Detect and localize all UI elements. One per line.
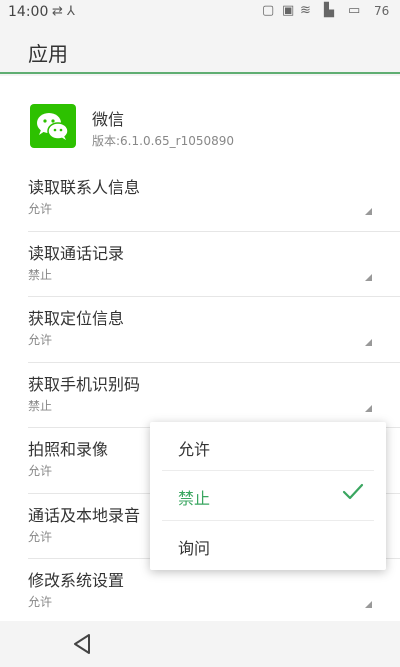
battery-icon: ▭	[348, 3, 361, 18]
permission-label: 获取手机识别码	[28, 374, 141, 394]
spinner-arrow-icon	[365, 601, 372, 608]
permission-option-menu: 允许 禁止 询问	[150, 422, 386, 570]
menu-item-label: 允许	[178, 440, 211, 459]
signal-icon: ▙	[324, 3, 334, 18]
menu-item-label: 询问	[178, 538, 211, 558]
permission-value: 允许	[28, 529, 53, 544]
alarm-icon: ▢	[262, 3, 275, 18]
permission-value: 允许	[28, 333, 53, 347]
permission-label: 拍照和录像	[28, 440, 109, 459]
menu-item-ask[interactable]: 询问	[150, 521, 386, 570]
permission-item-contacts[interactable]: 读取联系人信息 允许	[28, 166, 400, 232]
page-title: 应用	[28, 42, 68, 66]
battery-level: 76	[374, 4, 390, 18]
spinner-arrow-icon	[365, 273, 372, 281]
permission-value: 允许	[28, 202, 53, 216]
menu-item-allow[interactable]: 允许	[150, 422, 386, 472]
app-name: 微信	[92, 110, 125, 129]
permission-value: 允许	[28, 595, 53, 609]
app-info: 微信 版本:6.1.0.65_r1050890	[0, 76, 400, 166]
permission-item-call-log[interactable]: 读取通话记录 禁止	[28, 232, 400, 297]
permission-value: 禁止	[28, 267, 53, 282]
permission-item-device-id[interactable]: 获取手机识别码 禁止	[28, 363, 400, 428]
permission-value: 禁止	[28, 398, 53, 413]
status-time: 14:00	[8, 4, 49, 20]
vibrate-icon: ▣	[282, 3, 295, 18]
permission-label: 通话及本地录音	[28, 505, 141, 525]
permission-label: 获取定位信息	[28, 309, 125, 328]
spinner-arrow-icon	[365, 208, 372, 215]
back-icon[interactable]	[70, 632, 94, 660]
wechat-icon	[30, 104, 76, 148]
permission-item-location[interactable]: 获取定位信息 允许	[28, 297, 400, 363]
spinner-arrow-icon	[365, 404, 372, 412]
check-icon	[342, 483, 364, 505]
permission-label: 修改系统设置	[28, 571, 125, 590]
status-bar: 14:00 ⇄ ⅄ ▢ ▣ ≋ ▙ ▭ 76	[0, 0, 400, 24]
menu-item-deny[interactable]: 禁止	[150, 471, 386, 521]
app-bar: 应用	[0, 24, 400, 74]
usb-icon: ⇄ ⅄	[52, 4, 75, 19]
menu-item-label: 禁止	[178, 489, 211, 509]
permission-label: 读取通话记录	[28, 243, 125, 263]
wifi-icon: ≋	[300, 3, 311, 18]
permission-label: 读取联系人信息	[28, 178, 141, 197]
permission-value: 允许	[28, 464, 53, 478]
app-version: 版本:6.1.0.65_r1050890	[92, 134, 235, 148]
spinner-arrow-icon	[365, 339, 372, 346]
navigation-bar	[0, 621, 400, 667]
